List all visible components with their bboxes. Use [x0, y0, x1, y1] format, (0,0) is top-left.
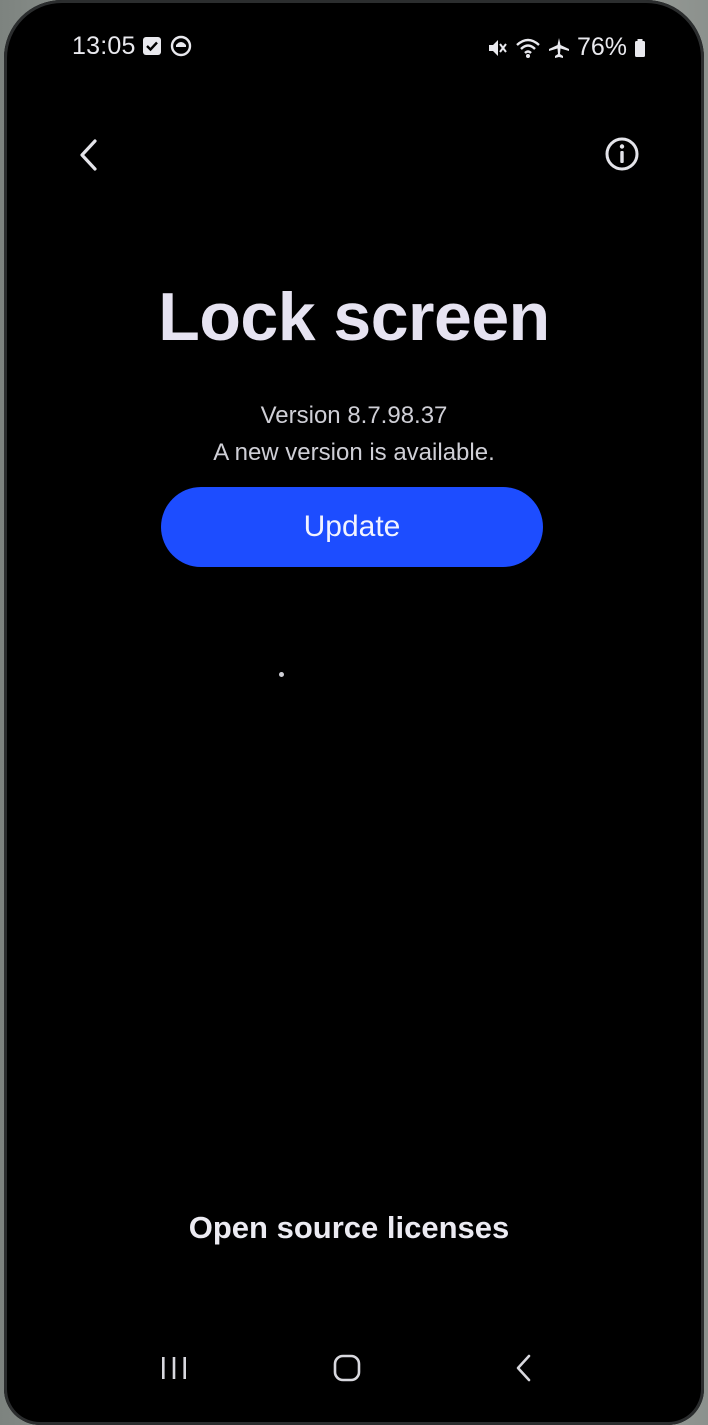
airplane-icon [548, 37, 570, 59]
app-notification-icon [170, 35, 192, 57]
loading-dot [279, 672, 284, 677]
system-back-button[interactable] [509, 1351, 539, 1385]
info-button[interactable] [602, 134, 642, 174]
update-button[interactable]: Update [161, 487, 543, 567]
status-time: 13:05 [72, 32, 136, 60]
battery-level: 76% [576, 33, 627, 61]
battery-icon [634, 38, 646, 58]
notification-icons [142, 35, 192, 57]
info-icon [602, 134, 642, 174]
status-indicators: 76% [486, 33, 646, 62]
version-text: Version 8.7.98.37 [260, 402, 448, 429]
recents-button[interactable] [154, 1353, 194, 1383]
home-button[interactable] [330, 1351, 364, 1385]
checkbox-notification-icon [142, 36, 162, 56]
wifi-icon [515, 37, 541, 59]
top-app-bar [4, 120, 704, 190]
page-title: Lock screen [158, 279, 550, 355]
phone-screen: 13:05 76% Lock screen Version 8.7.98.37 … [4, 0, 704, 1425]
open-source-licenses-link[interactable]: Open source licenses [4, 1210, 694, 1246]
home-icon [330, 1351, 364, 1385]
recents-icon [154, 1353, 194, 1383]
back-icon [509, 1351, 539, 1385]
system-navigation-bar [4, 1335, 704, 1405]
chevron-left-icon [64, 128, 114, 178]
update-available-text: A new version is available. [213, 439, 495, 466]
back-button[interactable] [64, 128, 114, 178]
status-bar: 13:05 76% [4, 0, 704, 95]
mute-icon [486, 37, 508, 59]
